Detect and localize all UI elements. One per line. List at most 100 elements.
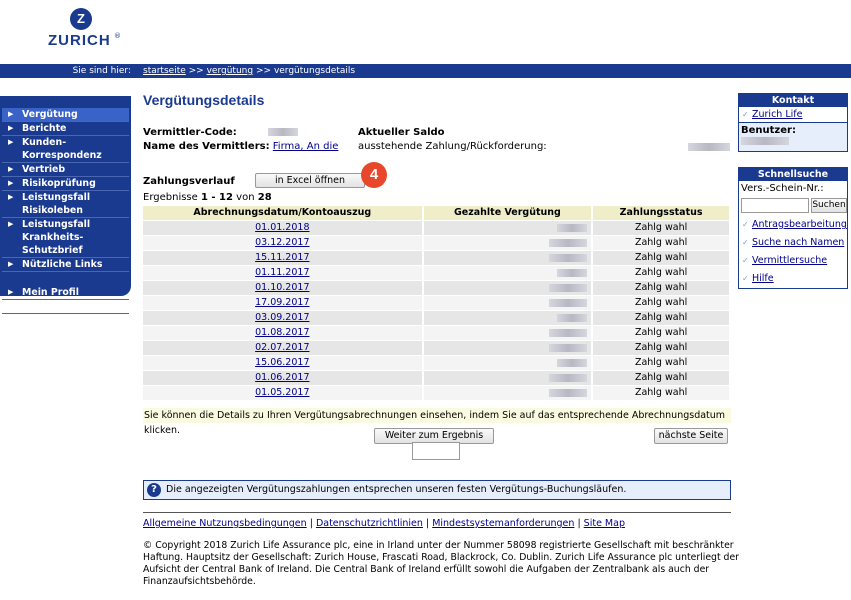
row-date-link[interactable]: 01.05.2017 <box>255 387 309 398</box>
row-status-cell: Zahlg wahl <box>592 384 731 400</box>
saldo-label: Aktueller Saldo <box>358 127 445 138</box>
row-amount-cell <box>422 294 594 310</box>
redacted-amount <box>557 268 588 277</box>
row-date-cell: 01.11.2017 <box>143 264 424 280</box>
row-date-link[interactable]: 01.08.2017 <box>255 327 309 338</box>
footer-link-sitemap[interactable]: Site Map <box>584 518 625 529</box>
check-icon: ✓ <box>742 110 749 119</box>
registered-mark: ® <box>114 32 121 40</box>
vermittlersuche-link[interactable]: Vermittlersuche <box>752 255 827 266</box>
row-date-cell: 01.01.2018 <box>143 219 424 235</box>
hilfe-link[interactable]: Hilfe <box>752 273 774 284</box>
row-amount-cell <box>422 369 594 385</box>
sidebar-item-leistungsfall-risikoleben[interactable]: ▶ Leistungsfall Risikoleben <box>2 191 129 218</box>
row-status-cell: Zahlg wahl <box>592 219 731 235</box>
arrow-right-icon: ▶ <box>8 124 14 132</box>
excel-export-button[interactable]: in Excel öffnen <box>255 173 365 188</box>
footer-link-nutzungsbedingungen[interactable]: Allgemeine Nutzungsbedingungen <box>143 518 307 529</box>
arrow-right-icon: ▶ <box>8 288 14 296</box>
row-date-link[interactable]: 01.06.2017 <box>255 372 309 383</box>
redacted-amount <box>549 283 588 292</box>
results-count: Ergebnisse 1 - 12 von 28 <box>143 192 272 203</box>
notice-text: Die angezeigten Vergütungszahlungen ents… <box>166 484 627 495</box>
page-title: Vergütungsdetails <box>143 92 265 108</box>
kontakt-box: Kontakt ✓ Zurich Life Benutzer: <box>738 93 848 152</box>
row-date-cell: 02.07.2017 <box>143 339 424 355</box>
redacted-amount <box>557 313 588 322</box>
row-date-link[interactable]: 03.09.2017 <box>255 312 309 323</box>
redacted-amount <box>549 373 588 382</box>
footer-link-systemanforderungen[interactable]: Mindestsystemanforderungen <box>432 518 574 529</box>
sidebar-item-berichte[interactable]: ▶ Berichte <box>2 122 129 136</box>
footer-link-datenschutz[interactable]: Datenschutzrichtlinien <box>316 518 423 529</box>
row-date-link[interactable]: 01.01.2018 <box>255 222 309 233</box>
sidebar-item-mein-profil[interactable]: ▶ Mein Profil <box>2 286 129 300</box>
table-row: 01.10.2017 Zahlg wahl <box>143 279 731 295</box>
breadcrumb-verguetung[interactable]: vergütung <box>207 66 253 76</box>
step-badge: 4 <box>361 162 387 188</box>
redacted-amount <box>557 223 588 232</box>
row-status-cell: Zahlg wahl <box>592 294 731 310</box>
benutzer-section: Benutzer: <box>739 122 847 151</box>
row-date-cell: 03.09.2017 <box>143 309 424 325</box>
row-date-cell: 01.05.2017 <box>143 384 424 400</box>
notice-box: ? Die angezeigten Vergütungszahlungen en… <box>143 480 731 500</box>
row-amount-cell <box>422 354 594 370</box>
sidebar-item-abmelden[interactable]: ▶ Abmelden <box>2 300 129 314</box>
row-date-link[interactable]: 01.11.2017 <box>255 267 309 278</box>
kontakt-zurich-life-link[interactable]: Zurich Life <box>752 109 802 120</box>
row-amount-cell <box>422 339 594 355</box>
sidebar-item-leistungsfall-krankheit[interactable]: ▶ Leistungsfall Krankheits-Schutzbrief <box>2 218 129 258</box>
table-row: 03.09.2017 Zahlg wahl <box>143 309 731 325</box>
row-status-cell: Zahlg wahl <box>592 264 731 280</box>
footer-links: Allgemeine Nutzungsbedingungen | Datensc… <box>143 518 625 529</box>
row-date-cell: 01.06.2017 <box>143 369 424 385</box>
sidebar-item-kunden-korrespondenz[interactable]: ▶ Kunden-Korrespondenz <box>2 136 129 163</box>
quicklink-item: ✓ Suche nach Namen <box>739 235 847 250</box>
breadcrumb-separator: >> <box>255 66 272 76</box>
vermittler-name-link[interactable]: Firma, An die <box>273 141 339 152</box>
vermittler-name-label: Name des Vermittlers: <box>143 141 270 152</box>
row-amount-cell <box>422 324 594 340</box>
row-date-link[interactable]: 03.12.2017 <box>255 237 309 248</box>
row-date-link[interactable]: 02.07.2017 <box>255 342 309 353</box>
next-page-button[interactable]: nächste Seite <box>654 428 728 444</box>
arrow-right-icon: ▶ <box>8 193 14 201</box>
search-button[interactable]: Suchen <box>811 198 847 213</box>
table-row: 01.06.2017 Zahlg wahl <box>143 369 731 385</box>
arrow-right-icon: ▶ <box>8 179 14 187</box>
benutzer-value <box>741 137 789 145</box>
sidebar-item-vertrieb[interactable]: ▶ Vertrieb <box>2 163 129 177</box>
sidebar-item-nuetzliche-links[interactable]: ▶ Nützliche Links <box>2 258 129 272</box>
sidebar-item-risikopruefung[interactable]: ▶ Risikoprüfung <box>2 177 129 191</box>
breadcrumb-startseite[interactable]: startseite <box>143 66 186 76</box>
row-amount-cell <box>422 309 594 325</box>
saldo-sub-label: ausstehende Zahlung/Rückforderung: <box>358 141 547 152</box>
antragsbearbeitung-link[interactable]: Antragsbearbeitung <box>752 219 847 230</box>
check-icon: ✓ <box>742 238 749 247</box>
vers-label: Vers.-Schein-Nr.: <box>741 183 824 194</box>
row-status-cell: Zahlg wahl <box>592 369 731 385</box>
vers-schein-input[interactable] <box>741 198 809 213</box>
suche-nach-namen-link[interactable]: Suche nach Namen <box>752 237 844 248</box>
table-row: 17.09.2017 Zahlg wahl <box>143 294 731 310</box>
main-content: Vergütungsdetails Vermittler-Code: Name … <box>143 92 739 587</box>
zurich-logo: Z ZURICH ® <box>48 8 122 56</box>
sidebar-item-verguetung[interactable]: ▶ Vergütung <box>2 108 129 122</box>
table-row: 03.12.2017 Zahlg wahl <box>143 234 731 250</box>
col-header-status: Zahlungsstatus <box>592 206 731 220</box>
row-date-link[interactable]: 17.09.2017 <box>255 297 309 308</box>
row-date-link[interactable]: 15.06.2017 <box>255 357 309 368</box>
row-amount-cell <box>422 234 594 250</box>
redacted-amount <box>549 298 588 307</box>
page-number-input[interactable] <box>412 442 460 460</box>
row-date-cell: 17.09.2017 <box>143 294 424 310</box>
row-date-cell: 15.11.2017 <box>143 249 424 265</box>
schnellsuche-title: Schnellsuche <box>739 168 847 181</box>
row-date-link[interactable]: 15.11.2017 <box>255 252 309 263</box>
row-status-cell: Zahlg wahl <box>592 309 731 325</box>
table-row: 01.05.2017 Zahlg wahl <box>143 384 731 400</box>
row-amount-cell <box>422 249 594 265</box>
breadcrumb-label: Sie sind hier: <box>72 66 131 76</box>
row-date-link[interactable]: 01.10.2017 <box>255 282 309 293</box>
